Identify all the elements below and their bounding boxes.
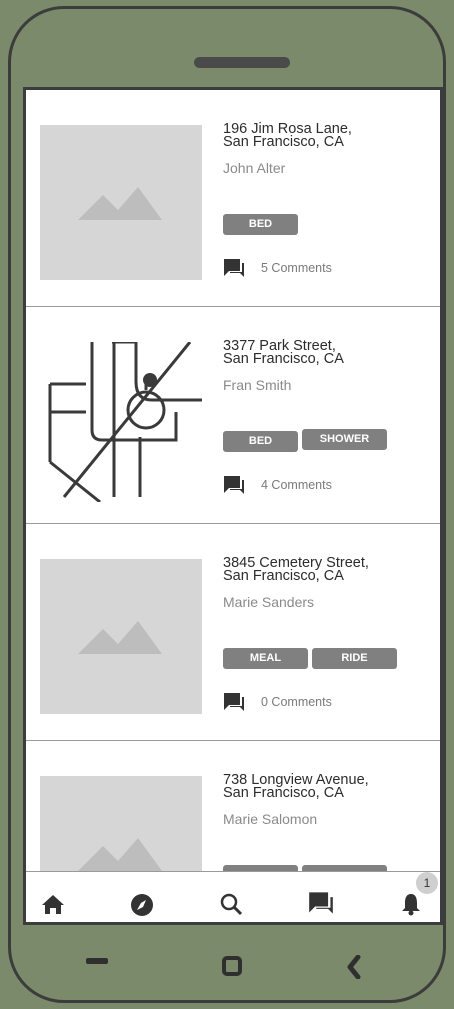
listing-owner: John Alter [223, 160, 286, 176]
image-placeholder [40, 559, 202, 714]
listing-address: 3845 Cemetery Street, San Francisco, CA [223, 555, 369, 584]
bell-icon[interactable] [398, 890, 424, 916]
listing-tags: MEAL RIDE [223, 648, 401, 669]
listing-owner: Marie Salomon [223, 811, 318, 827]
listing-tags: BED [223, 214, 302, 235]
tag-shower[interactable]: SHOWER [302, 429, 387, 450]
tag-bed[interactable]: BED [223, 214, 298, 235]
comments-count: 5 Comments [261, 261, 332, 275]
image-placeholder [40, 125, 202, 280]
tag-bed[interactable]: BED [223, 431, 298, 452]
chat-icon[interactable] [308, 890, 334, 916]
chat-icon [224, 476, 244, 494]
listing-card[interactable]: 3377 Park Street, San Francisco, CA Fran… [26, 307, 440, 524]
listing-owner: Marie Sanders [223, 594, 315, 610]
listing-card[interactable]: 196 Jim Rosa Lane, San Francisco, CA Joh… [26, 90, 440, 307]
comments-count: 4 Comments [261, 478, 332, 492]
search-icon[interactable] [219, 890, 245, 916]
listing-card[interactable]: 3845 Cemetery Street, San Francisco, CA … [26, 524, 440, 741]
comments-link[interactable]: 5 Comments [223, 258, 332, 278]
comments-link[interactable]: 4 Comments [223, 475, 332, 495]
image-placeholder [40, 776, 202, 872]
comments-count: 0 Comments [261, 695, 332, 709]
recent-apps-button[interactable] [86, 956, 110, 966]
listing-tags: BED SHOWER [223, 429, 391, 452]
home-icon[interactable] [40, 890, 66, 916]
listing-owner: Fran Smith [223, 377, 292, 393]
notification-badge: 1 [416, 872, 438, 894]
listing-address: 738 Longview Avenue, San Francisco, CA [223, 772, 369, 801]
listing-card[interactable]: 738 Longview Avenue, San Francisco, CA M… [26, 741, 440, 872]
listing-feed[interactable]: 196 Jim Rosa Lane, San Francisco, CA Joh… [26, 90, 440, 872]
tag-ride[interactable]: RIDE [312, 648, 397, 669]
listing-address: 3377 Park Street, San Francisco, CA [223, 338, 344, 367]
home-button[interactable] [222, 956, 244, 978]
bottom-tab-bar: 1 [26, 871, 440, 922]
speaker-grille [194, 57, 290, 68]
tag-meal[interactable]: MEAL [223, 648, 308, 669]
compass-icon[interactable] [129, 890, 155, 916]
comments-link[interactable]: 0 Comments [223, 692, 332, 712]
back-button[interactable] [345, 955, 363, 979]
map-icon [40, 342, 202, 502]
listing-address: 196 Jim Rosa Lane, San Francisco, CA [223, 121, 352, 150]
chat-icon [224, 259, 244, 277]
screen: 196 Jim Rosa Lane, San Francisco, CA Joh… [23, 87, 443, 925]
chat-icon [224, 693, 244, 711]
